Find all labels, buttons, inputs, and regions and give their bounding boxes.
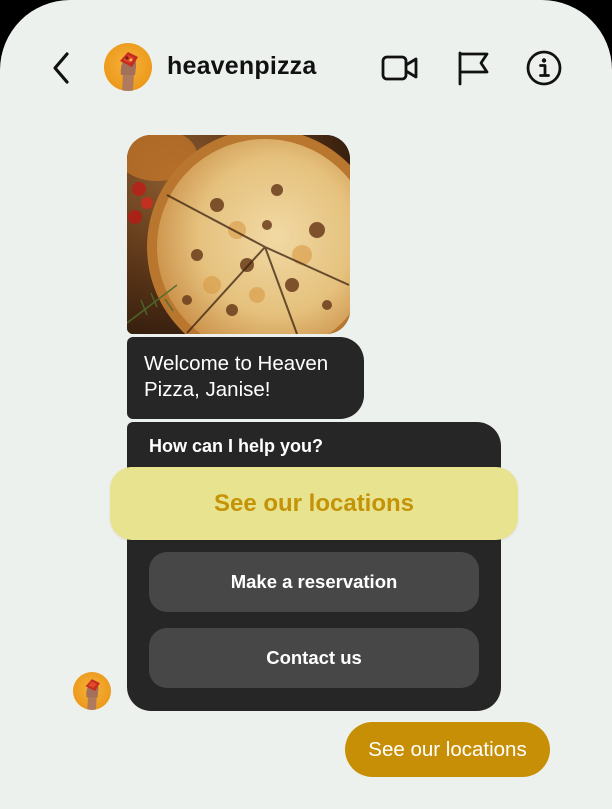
welcome-message: Welcome to Heaven Pizza, Janise! <box>127 337 364 419</box>
profile-avatar[interactable] <box>104 43 152 91</box>
chat-username[interactable]: heavenpizza <box>167 52 316 81</box>
quick-reply-card: How can I help you? Make a reservation C… <box>127 422 501 711</box>
pizza-photo[interactable] <box>127 135 350 334</box>
flag-icon[interactable] <box>454 48 494 88</box>
back-chevron-icon[interactable] <box>48 50 76 86</box>
video-camera-icon[interactable] <box>380 48 420 88</box>
make-reservation-button[interactable]: Make a reservation <box>149 552 479 612</box>
info-icon[interactable] <box>524 48 564 88</box>
chat-header: heavenpizza <box>0 36 612 98</box>
sent-message: See our locations <box>345 722 550 777</box>
chat-screen: heavenpizza Welcome to Heaven Pizza, Jan… <box>0 0 612 809</box>
contact-us-button[interactable]: Contact us <box>149 628 479 688</box>
sender-avatar <box>73 672 111 710</box>
help-prompt: How can I help you? <box>149 436 324 456</box>
see-locations-button[interactable]: See our locations <box>110 467 518 540</box>
